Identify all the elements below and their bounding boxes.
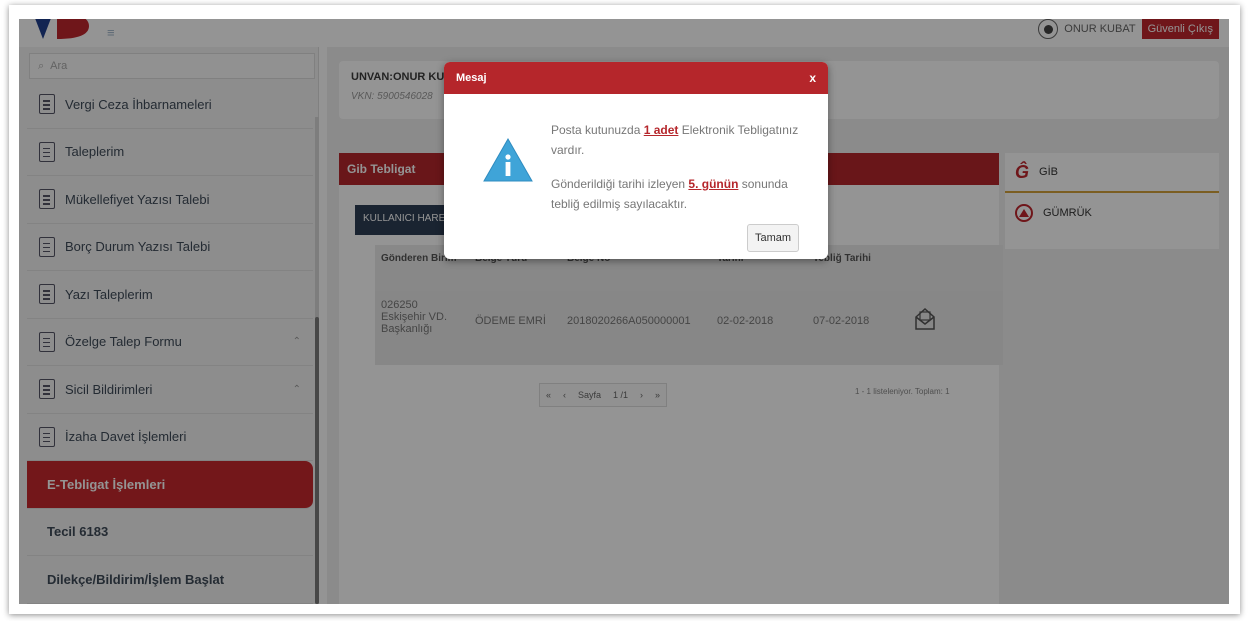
message-dialog: Mesaj x Posta kutunuzda 1 adet Elektroni…	[444, 62, 828, 259]
app-screen: ≡ ONUR KUBAT Güvenli Çıkış ⌕ Ara Vergi C…	[19, 19, 1229, 604]
message-line-2: Gönderildiği tarihi izleyen 5. günün son…	[551, 174, 806, 214]
message-line-1: Posta kutunuzda 1 adet Elektronik Teblig…	[551, 120, 806, 160]
message-text: Gönderildiği tarihi izleyen	[551, 177, 689, 191]
count-link[interactable]: 1 adet	[644, 123, 679, 137]
dialog-message: Posta kutunuzda 1 adet Elektronik Teblig…	[551, 120, 806, 214]
message-text: Posta kutunuzda	[551, 123, 644, 137]
info-icon	[483, 137, 533, 182]
dialog-header: Mesaj x	[444, 62, 828, 94]
ok-button[interactable]: Tamam	[747, 224, 799, 252]
day-link[interactable]: 5. günün	[688, 177, 738, 191]
close-icon[interactable]: x	[809, 71, 816, 85]
screenshot-frame: ≡ ONUR KUBAT Güvenli Çıkış ⌕ Ara Vergi C…	[9, 5, 1240, 614]
dialog-title: Mesaj	[456, 72, 487, 84]
